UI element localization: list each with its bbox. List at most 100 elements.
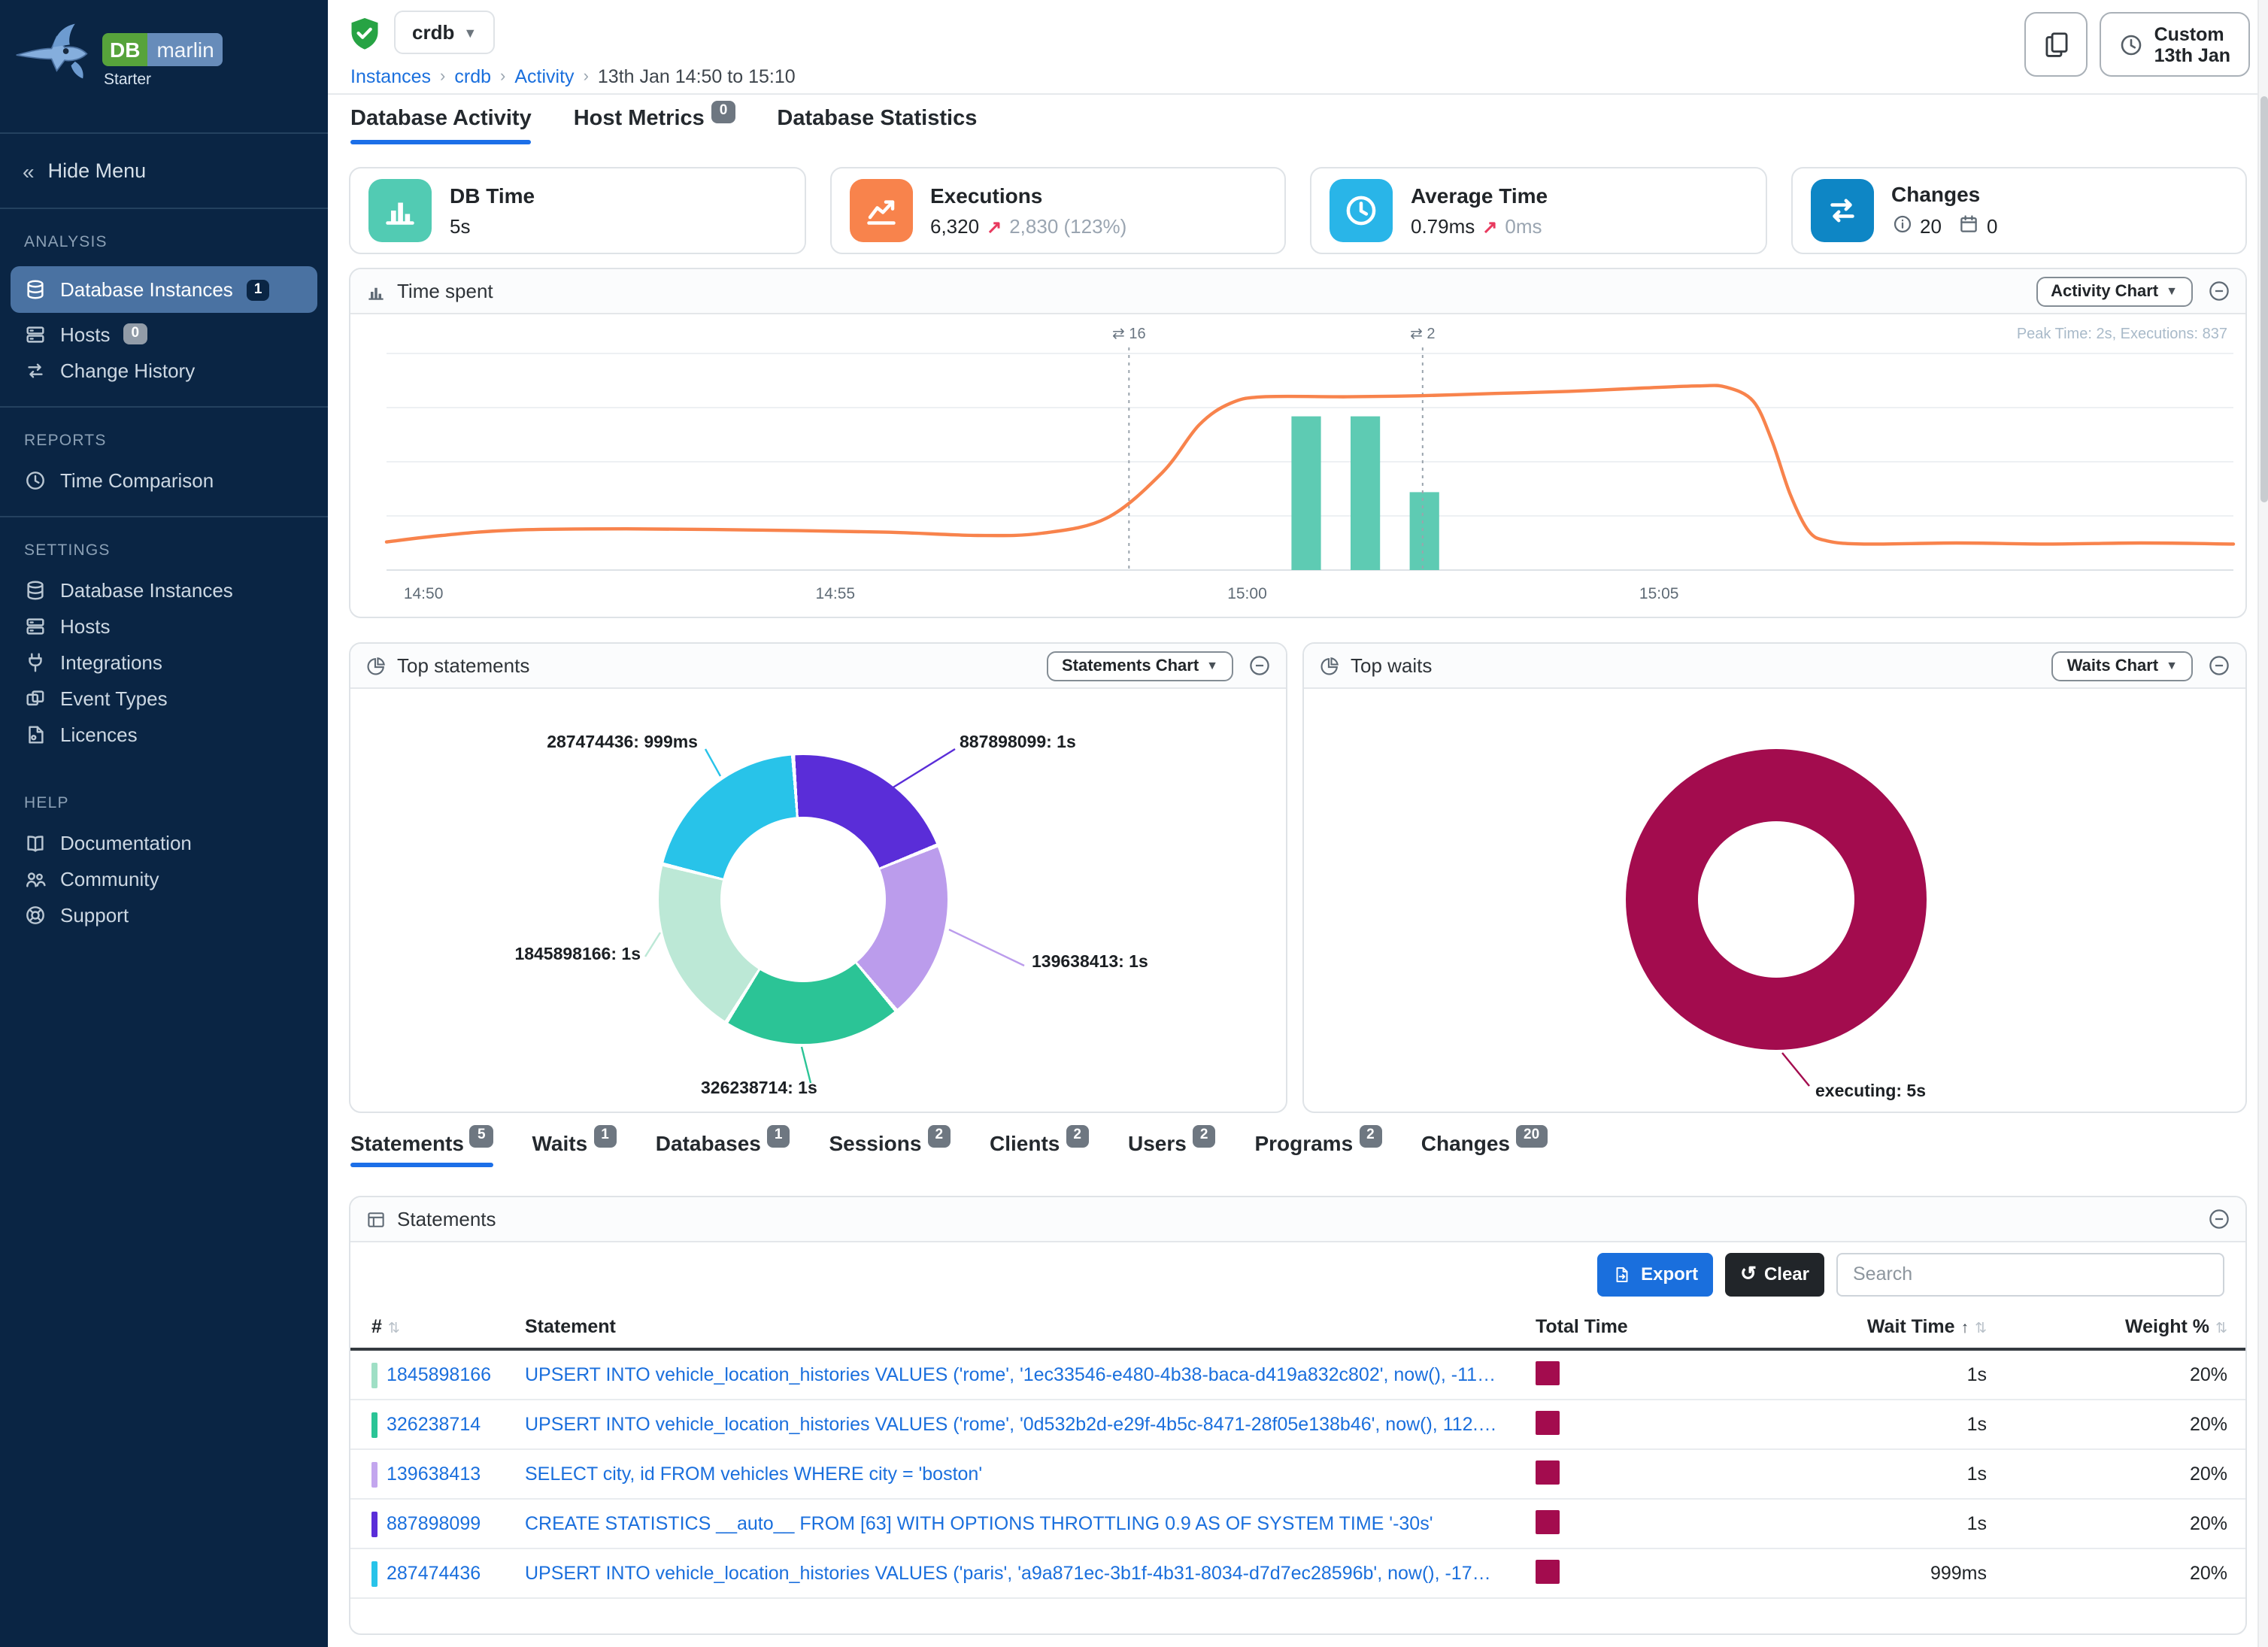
event-icon	[24, 687, 47, 709]
total-time-bar	[1536, 1559, 1560, 1583]
collapse-panel-icon[interactable]	[2208, 1208, 2230, 1230]
export-label: Export	[1641, 1263, 1698, 1285]
collapse-panel-icon[interactable]	[1248, 654, 1271, 677]
table-row[interactable]: 326238714 UPSERT INTO vehicle_location_hi…	[350, 1400, 2245, 1450]
sidebar-item-database-instances[interactable]: Database Instances	[0, 572, 328, 608]
statement-id-link[interactable]: 139638413	[387, 1463, 481, 1485]
detail-tab-waits[interactable]: Waits1	[532, 1131, 617, 1167]
page-scrollbar[interactable]	[2257, 0, 2268, 1647]
statement-link[interactable]: CREATE STATISTICS __auto__ FROM [63] WIT…	[525, 1513, 1536, 1534]
detail-tab-sessions[interactable]: Sessions2	[829, 1131, 951, 1167]
statement-link[interactable]: UPSERT INTO vehicle_location_histories V…	[525, 1414, 1536, 1435]
chevron-down-icon: ▼	[2166, 284, 2178, 298]
statement-id-link[interactable]: 1845898166	[387, 1364, 491, 1385]
column-header-weight-%[interactable]: Weight %⇅	[1987, 1316, 2227, 1337]
export-button[interactable]: Export	[1597, 1252, 1713, 1296]
chevron-down-icon: ▼	[463, 25, 477, 40]
wait-time-value: 1s	[1671, 1463, 1987, 1485]
statement-color-bar	[371, 1561, 377, 1586]
tab-label: Database Activity	[350, 107, 532, 131]
statement-link[interactable]: UPSERT INTO vehicle_location_histories V…	[525, 1364, 1536, 1385]
clear-button[interactable]: ↺ Clear	[1725, 1252, 1824, 1296]
sidebar-section-title: ANALYSIS	[0, 218, 328, 263]
tab-database-activity[interactable]: Database Activity	[350, 107, 532, 144]
copy-link-button[interactable]	[2025, 12, 2088, 77]
statement-id-link[interactable]: 326238714	[387, 1414, 481, 1435]
changes-event-count: 0	[1987, 215, 1997, 238]
sidebar-item-community[interactable]: Community	[0, 860, 328, 896]
statements-chart-select[interactable]: Statements Chart ▼	[1047, 651, 1233, 681]
metric-card-changes[interactable]: Changes200	[1790, 167, 2247, 254]
sidebar-item-label: Support	[60, 903, 129, 926]
metric-value: 0.79ms	[1411, 215, 1475, 238]
sidebar-item-time-comparison[interactable]: Time Comparison	[0, 462, 328, 498]
column-header-#[interactable]: #⇅	[371, 1316, 525, 1337]
tab-database-statistics[interactable]: Database Statistics	[777, 107, 977, 144]
statement-id-link[interactable]: 887898099	[387, 1513, 481, 1534]
sidebar-item-hosts[interactable]: Hosts	[0, 608, 328, 644]
licence-icon	[24, 723, 47, 745]
detail-tab-statements[interactable]: Statements5	[350, 1131, 493, 1167]
hosts-icon	[24, 323, 47, 345]
metric-card-average-time[interactable]: Average Time0.79ms↗0ms	[1310, 167, 1766, 254]
sidebar-item-hosts[interactable]: Hosts0	[0, 316, 328, 352]
detail-tab-programs[interactable]: Programs2	[1254, 1131, 1381, 1167]
hide-menu-label: Hide Menu	[48, 159, 147, 182]
sidebar-item-integrations[interactable]: Integrations	[0, 644, 328, 680]
metric-card-db-time[interactable]: DB Time5s	[349, 167, 805, 254]
sort-icon: ⇅	[2215, 1321, 2227, 1337]
column-header-wait-time[interactable]: Wait Time↑⇅	[1671, 1316, 1987, 1337]
sidebar-item-event-types[interactable]: Event Types	[0, 680, 328, 716]
column-header-total-time[interactable]: Total Time	[1536, 1316, 1671, 1337]
breadcrumb-item[interactable]: Activity	[514, 66, 574, 87]
activity-chart-select[interactable]: Activity Chart ▼	[2036, 276, 2193, 306]
instance-selector[interactable]: crdb ▼	[394, 11, 495, 54]
detail-tab-databases[interactable]: Databases1	[656, 1131, 790, 1167]
brand-badge: DB marlin	[102, 33, 223, 66]
statement-link[interactable]: SELECT city, id FROM vehicles WHERE city…	[525, 1463, 1536, 1485]
table-row[interactable]: 287474436 UPSERT INTO vehicle_location_hi…	[350, 1549, 2245, 1599]
sidebar-item-label: Community	[60, 867, 159, 890]
statement-color-bar	[371, 1461, 377, 1487]
table-row[interactable]: 1845898166 UPSERT INTO vehicle_location_h…	[350, 1351, 2245, 1400]
hide-menu-button[interactable]: « Hide Menu	[0, 132, 328, 209]
time-spent-chart[interactable]: Peak Time: 2s, Executions: 837⇄ 16⇄ 214:…	[350, 314, 2245, 618]
search-input[interactable]	[1836, 1252, 2224, 1296]
detail-tab-badge: 2	[927, 1125, 951, 1148]
time-range-button[interactable]: Custom 13th Jan	[2100, 12, 2250, 77]
detail-tab-changes[interactable]: Changes20	[1421, 1131, 1547, 1167]
collapse-panel-icon[interactable]	[2208, 654, 2230, 677]
sidebar-item-label: Time Comparison	[60, 469, 214, 491]
breadcrumb-item[interactable]: crdb	[454, 66, 491, 87]
detail-tab-label: Users	[1128, 1131, 1187, 1155]
breadcrumb-item[interactable]: Instances	[350, 66, 431, 87]
double-chevron-left-icon: «	[23, 159, 35, 183]
statement-link[interactable]: UPSERT INTO vehicle_location_histories V…	[525, 1563, 1536, 1584]
svg-text:⇄ 16: ⇄ 16	[1112, 326, 1146, 342]
total-time-bar	[1536, 1509, 1560, 1533]
tab-host-metrics[interactable]: Host Metrics0	[574, 107, 735, 144]
detail-tab-users[interactable]: Users2	[1128, 1131, 1215, 1167]
time-range-line2: 13th Jan	[2154, 44, 2230, 65]
metric-card-executions[interactable]: Executions6,320↗2,830 (123%)	[829, 167, 1286, 254]
scrollbar-thumb[interactable]	[2260, 96, 2268, 502]
sidebar-item-support[interactable]: Support	[0, 896, 328, 933]
sidebar-item-licences[interactable]: Licences	[0, 716, 328, 752]
export-icon	[1612, 1264, 1632, 1284]
app-logo[interactable]: DB marlin Starter	[0, 0, 328, 132]
breadcrumb: Instances›crdb›Activity›13th Jan 14:50 t…	[350, 66, 796, 87]
table-row[interactable]: 139638413 SELECT city, id FROM vehicles W…	[350, 1450, 2245, 1500]
collapse-panel-icon[interactable]	[2208, 280, 2230, 302]
sidebar-item-documentation[interactable]: Documentation	[0, 824, 328, 860]
main-content: crdb ▼ Instances›crdb›Activity›13th Jan …	[328, 0, 2268, 1647]
sidebar-item-change-history[interactable]: Change History	[0, 352, 328, 388]
sidebar-section-title: HELP	[0, 779, 328, 824]
statement-id-link[interactable]: 287474436	[387, 1563, 481, 1584]
detail-tab-clients[interactable]: Clients2	[990, 1131, 1089, 1167]
table-row[interactable]: 887898099 CREATE STATISTICS __auto__ FROM…	[350, 1500, 2245, 1549]
sidebar-item-database-instances[interactable]: Database Instances1	[11, 266, 317, 313]
copy-icon	[2042, 30, 2071, 59]
waits-chart-select[interactable]: Waits Chart ▼	[2052, 651, 2193, 681]
lifebuoy-icon	[24, 903, 47, 926]
column-header-statement[interactable]: Statement	[525, 1316, 1536, 1337]
